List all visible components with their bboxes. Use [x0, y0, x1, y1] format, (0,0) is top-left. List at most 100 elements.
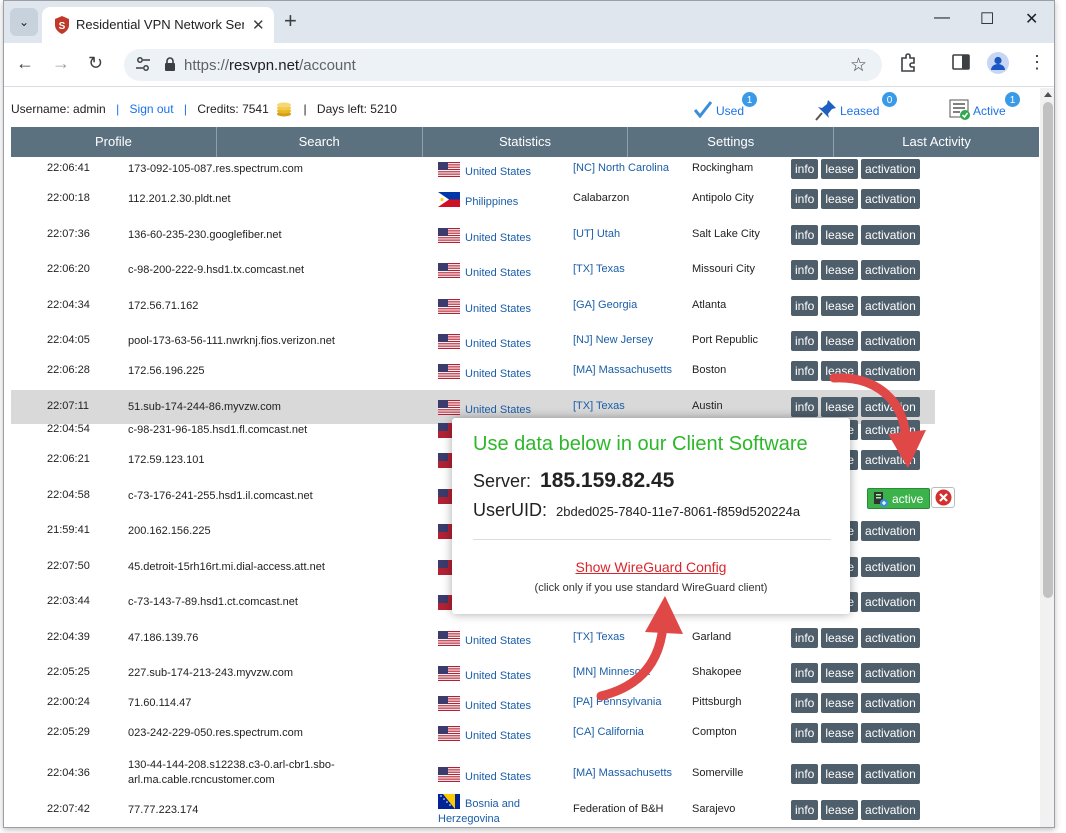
- activation-button[interactable]: activation: [861, 397, 920, 417]
- activation-button[interactable]: activation: [861, 189, 920, 209]
- leased-stat-link[interactable]: Leased: [840, 104, 879, 118]
- row-region: [GA] Georgia: [573, 299, 638, 311]
- info-button[interactable]: info: [791, 764, 819, 784]
- info-button[interactable]: info: [791, 331, 819, 351]
- info-button[interactable]: info: [791, 361, 819, 381]
- lease-button[interactable]: lease: [821, 764, 859, 784]
- leased-count-badge: 0: [881, 91, 898, 108]
- activation-button[interactable]: activation: [861, 450, 920, 470]
- lease-button[interactable]: lease: [821, 296, 859, 316]
- info-button[interactable]: info: [791, 693, 819, 713]
- lease-button[interactable]: lease: [821, 693, 859, 713]
- menu-settings[interactable]: Settings: [628, 127, 835, 157]
- info-button[interactable]: info: [791, 663, 819, 683]
- ph-flag-icon: [438, 192, 460, 207]
- separator: |: [183, 102, 188, 116]
- browser-tab[interactable]: S Residential VPN Network Servic ✕: [42, 7, 274, 43]
- profile-avatar-icon[interactable]: [987, 52, 1009, 74]
- used-stat-link[interactable]: Used: [716, 104, 744, 118]
- scroll-up-arrow-icon[interactable]: [1044, 92, 1052, 97]
- activation-button[interactable]: activation: [861, 800, 920, 820]
- tab-search-button[interactable]: ⌄: [10, 8, 38, 36]
- info-button[interactable]: info: [791, 260, 819, 280]
- activation-button[interactable]: activation: [861, 663, 920, 683]
- info-button[interactable]: info: [791, 723, 819, 743]
- menu-kebab-icon[interactable]: ⋮: [1028, 52, 1046, 72]
- lease-button[interactable]: lease: [821, 331, 859, 351]
- lease-button[interactable]: lease: [821, 723, 859, 743]
- delete-x-icon: [935, 489, 952, 506]
- active-stat-link[interactable]: Active: [973, 104, 1006, 118]
- info-button[interactable]: info: [791, 397, 819, 417]
- row-time: 22:07:36: [47, 228, 90, 240]
- activation-button[interactable]: activation: [861, 260, 920, 280]
- row-country-label: United States: [465, 303, 532, 315]
- delete-button[interactable]: [931, 487, 955, 508]
- activation-button[interactable]: activation: [861, 764, 920, 784]
- info-button[interactable]: info: [791, 159, 819, 179]
- reload-icon[interactable]: ↻: [88, 53, 103, 73]
- us-flag-icon: [438, 631, 460, 646]
- lease-button[interactable]: lease: [821, 189, 859, 209]
- lease-button[interactable]: lease: [821, 361, 859, 381]
- info-button[interactable]: info: [791, 628, 819, 648]
- info-button[interactable]: info: [791, 225, 819, 245]
- row-actions: infoleaseactivation: [791, 296, 920, 316]
- page-scrollbar[interactable]: [1040, 88, 1054, 827]
- back-arrow-icon[interactable]: ←: [16, 53, 34, 73]
- minimize-icon[interactable]: —: [934, 9, 950, 27]
- info-button[interactable]: info: [791, 189, 819, 209]
- activation-button[interactable]: activation: [861, 693, 920, 713]
- activation-button[interactable]: activation: [861, 521, 920, 541]
- activation-button[interactable]: activation: [861, 159, 920, 179]
- row-country-label: United States: [465, 338, 532, 350]
- active-status-button[interactable]: active: [867, 488, 931, 509]
- lease-button[interactable]: lease: [821, 628, 859, 648]
- row-hostname: 023-242-229-050.res.spectrum.com: [128, 727, 303, 739]
- row-region: [TX] Texas: [573, 400, 625, 412]
- lease-button[interactable]: lease: [821, 663, 859, 683]
- forward-arrow-icon[interactable]: →: [52, 53, 70, 73]
- lease-button[interactable]: lease: [821, 800, 859, 820]
- side-panel-icon[interactable]: [952, 53, 970, 71]
- scroll-thumb[interactable]: [1043, 102, 1053, 598]
- new-tab-button[interactable]: +: [284, 9, 297, 33]
- activation-button[interactable]: activation: [861, 331, 920, 351]
- activation-button[interactable]: activation: [861, 225, 920, 245]
- table-row: 22:07:42 77.77.223.174 Bosnia and Herzegov…: [11, 793, 935, 827]
- tab-close-icon[interactable]: ✕: [252, 16, 265, 34]
- url-text[interactable]: https://resvpn.net/account: [184, 57, 356, 74]
- lease-button[interactable]: lease: [821, 159, 859, 179]
- activation-button[interactable]: activation: [861, 723, 920, 743]
- menu-last-activity[interactable]: Last Activity: [834, 127, 1039, 157]
- activation-button[interactable]: activation: [861, 592, 920, 612]
- row-country-label: United States: [465, 670, 532, 682]
- info-button[interactable]: info: [791, 800, 819, 820]
- activation-button[interactable]: activation: [861, 420, 920, 440]
- address-bar[interactable]: https://resvpn.net/account ☆: [124, 49, 882, 81]
- menu-search[interactable]: Search: [217, 127, 423, 157]
- activation-button[interactable]: activation: [861, 296, 920, 316]
- row-country: United States: [438, 364, 538, 382]
- table-row: 22:04:36 130-44-144-208.s12238.c3-0.arl-c…: [11, 757, 935, 791]
- activation-button[interactable]: activation: [861, 557, 920, 577]
- us-flag-icon: [438, 228, 460, 243]
- maximize-icon[interactable]: ☐: [980, 9, 994, 29]
- wireguard-config-link[interactable]: Show WireGuard Config: [452, 559, 850, 575]
- site-settings-icon[interactable]: [136, 56, 150, 72]
- menu-profile[interactable]: Profile: [11, 127, 217, 157]
- activation-button[interactable]: activation: [861, 628, 920, 648]
- bookmark-star-icon[interactable]: ☆: [850, 54, 867, 77]
- table-row: 22:00:18 112.201.2.30.pldt.net Philippines…: [11, 188, 935, 210]
- sign-out-link[interactable]: Sign out: [130, 102, 174, 116]
- row-country-label: Philippines: [465, 196, 519, 208]
- extensions-icon[interactable]: [899, 53, 917, 73]
- row-hostname: 71.60.114.47: [128, 697, 192, 709]
- lease-button[interactable]: lease: [821, 225, 859, 245]
- info-button[interactable]: info: [791, 296, 819, 316]
- lease-button[interactable]: lease: [821, 260, 859, 280]
- menu-statistics[interactable]: Statistics: [423, 127, 629, 157]
- lease-button[interactable]: lease: [821, 397, 859, 417]
- activation-button[interactable]: activation: [861, 361, 920, 381]
- close-window-icon[interactable]: ✕: [1025, 9, 1038, 29]
